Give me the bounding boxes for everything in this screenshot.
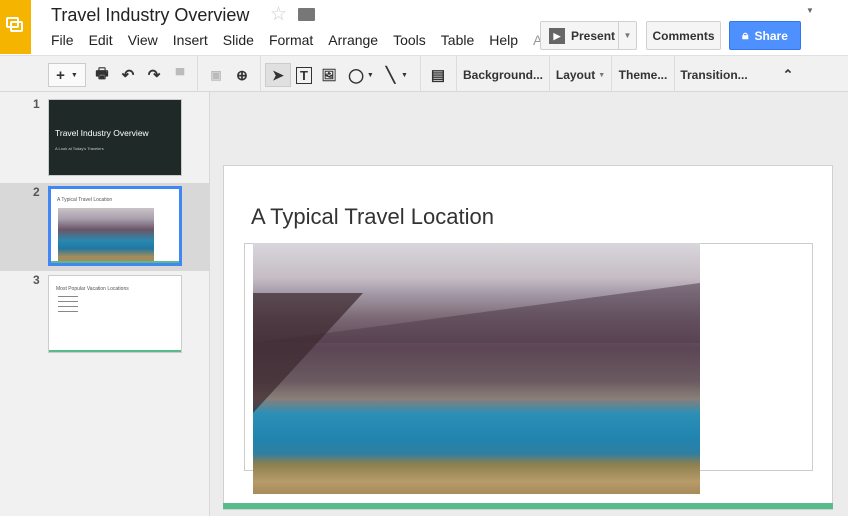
slide-thumbnail-3[interactable]: Most Popular Vacation Locations bbox=[48, 275, 182, 353]
toolbar: + ▼ 🖶︎ ↶ ↷ ▀ ▣ ⊕ ➤ T 🖼︎ ◯ ▼ ╲ ▼ ▤ Backgrou… bbox=[0, 55, 848, 92]
play-icon: ▶ bbox=[549, 27, 565, 44]
document-title[interactable]: Travel Industry Overview bbox=[51, 5, 249, 26]
menu-view[interactable]: View bbox=[128, 32, 158, 48]
present-dropdown-icon[interactable]: ▼ bbox=[618, 22, 636, 49]
paint-format-icon[interactable]: ▀ bbox=[172, 63, 188, 87]
line-icon[interactable]: ╲ ▼ bbox=[382, 63, 412, 87]
menu-format[interactable]: Format bbox=[269, 32, 313, 48]
slide-accent-bar bbox=[223, 503, 833, 509]
menu-insert[interactable]: Insert bbox=[173, 32, 208, 48]
undo-icon[interactable]: ↶ bbox=[118, 63, 138, 87]
zoom-icon[interactable]: ⊕ bbox=[232, 63, 252, 87]
comments-button[interactable]: Comments bbox=[646, 21, 721, 50]
layout-button[interactable]: Layout ▼ bbox=[553, 63, 608, 87]
menu-edit[interactable]: Edit bbox=[89, 32, 113, 48]
fit-icon[interactable]: ▣ bbox=[206, 63, 226, 87]
slide-thumbnail-2[interactable]: A Typical Travel Location bbox=[48, 186, 182, 266]
filmstrip: 1 Travel Industry Overview A Look at Tod… bbox=[0, 92, 210, 516]
star-icon[interactable]: ☆ bbox=[270, 3, 287, 26]
redo-icon[interactable]: ↷ bbox=[144, 63, 164, 87]
print-icon[interactable]: 🖶︎ bbox=[93, 63, 111, 87]
text-box-icon[interactable]: T bbox=[294, 63, 314, 87]
shape-icon[interactable]: ◯ ▼ bbox=[344, 63, 378, 87]
slide-thumbnail-1[interactable]: Travel Industry Overview A Look at Today… bbox=[48, 99, 182, 176]
menu-slide[interactable]: Slide bbox=[223, 32, 254, 48]
image-icon[interactable]: 🖼︎ bbox=[320, 63, 338, 87]
new-slide-button[interactable]: + ▼ bbox=[48, 63, 86, 87]
menu-table[interactable]: Table bbox=[441, 32, 474, 48]
menu-bar: File Edit View Insert Slide Format Arran… bbox=[51, 32, 557, 48]
menu-tools[interactable]: Tools bbox=[393, 32, 426, 48]
folder-icon[interactable] bbox=[298, 8, 315, 21]
landscape-image[interactable] bbox=[253, 243, 700, 494]
theme-button[interactable]: Theme... bbox=[615, 63, 671, 87]
present-button[interactable]: ▶ Present ▼ bbox=[540, 21, 637, 50]
slides-logo-icon[interactable] bbox=[0, 0, 31, 54]
account-dropdown-icon[interactable]: ▼ bbox=[806, 6, 814, 15]
menu-arrange[interactable]: Arrange bbox=[328, 32, 378, 48]
background-button[interactable]: Background... bbox=[462, 63, 544, 87]
menu-file[interactable]: File bbox=[51, 32, 74, 48]
lock-icon: 🔒︎ bbox=[742, 28, 749, 42]
speaker-notes-icon[interactable]: ▤ bbox=[428, 63, 448, 87]
share-button[interactable]: 🔒︎ Share bbox=[729, 21, 801, 50]
slide-title[interactable]: A Typical Travel Location bbox=[251, 204, 494, 230]
select-tool-icon[interactable]: ➤ bbox=[265, 63, 291, 87]
menu-help[interactable]: Help bbox=[489, 32, 518, 48]
transition-button[interactable]: Transition... bbox=[678, 63, 750, 87]
collapse-toolbar-icon[interactable]: ⌃ bbox=[778, 63, 798, 87]
